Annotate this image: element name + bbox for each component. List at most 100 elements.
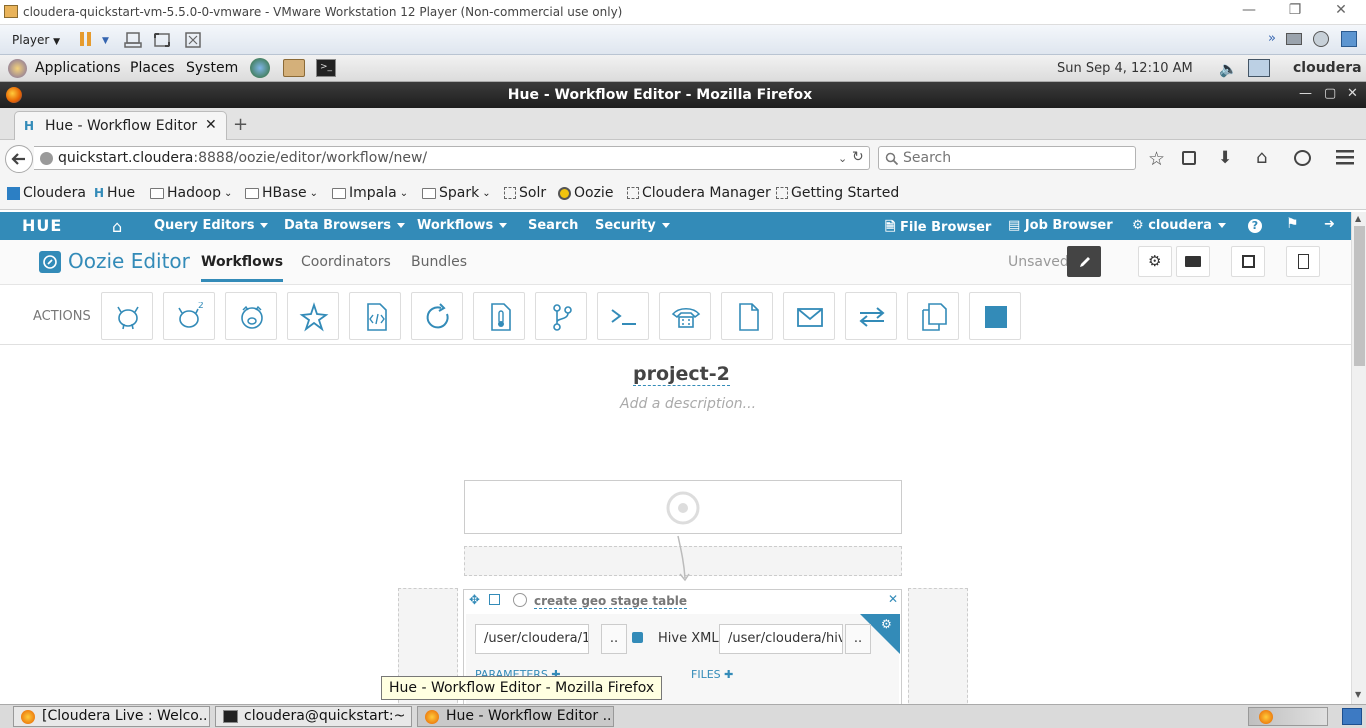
settings-button[interactable]: ⚙ xyxy=(1138,246,1172,277)
menu-query-editors[interactable]: Query Editors xyxy=(154,218,269,233)
tab-bundles[interactable]: Bundles xyxy=(411,254,467,270)
action-distcp[interactable] xyxy=(907,292,959,340)
start-node[interactable] xyxy=(464,480,902,534)
action-streaming[interactable] xyxy=(845,292,897,340)
chat-icon[interactable] xyxy=(1294,150,1311,166)
back-button[interactable] xyxy=(5,145,33,173)
script-browse-button[interactable]: .. xyxy=(601,624,627,654)
save-button[interactable] xyxy=(1231,246,1265,277)
action-hive2[interactable]: 2 xyxy=(163,292,215,340)
taskbar-item-hue-workflow-editor[interactable]: Hue - Workflow Editor ... xyxy=(417,706,614,727)
logout-icon[interactable]: ➜ xyxy=(1324,217,1335,232)
file-browser-link[interactable]: 🗎 File Browser xyxy=(885,218,991,240)
bookmark-folder-hbase[interactable]: HBase ⌄ xyxy=(245,185,318,201)
show-desktop-icon[interactable] xyxy=(1342,708,1362,725)
web-browser-launcher-icon[interactable] xyxy=(250,58,270,78)
script-path-field[interactable]: /user/cloudera/1-cr xyxy=(475,624,589,654)
ff-close-icon[interactable]: ✕ xyxy=(1347,86,1358,101)
fullscreen-icon[interactable] xyxy=(153,31,171,49)
action-spark[interactable] xyxy=(287,292,339,340)
action-generic[interactable] xyxy=(969,292,1021,340)
menu-workflows[interactable]: Workflows xyxy=(417,218,508,233)
edit-button[interactable] xyxy=(1067,246,1101,277)
bookmark-hue[interactable]: H Hue xyxy=(94,185,135,201)
tab-hue-workflow-editor[interactable]: H Hue - Workflow Editor ✕ xyxy=(14,111,227,141)
action-subworkflow[interactable] xyxy=(535,292,587,340)
pause-dropdown-icon[interactable]: ▼ xyxy=(102,36,109,46)
bookmark-solr[interactable]: Solr xyxy=(504,185,546,201)
gears-icon[interactable]: ⚙ xyxy=(881,617,892,631)
hive-xml-browse-button[interactable]: .. xyxy=(845,624,871,654)
downloads-icon[interactable]: ⬇ xyxy=(1218,148,1232,168)
workspace-switcher[interactable] xyxy=(1248,707,1328,726)
minimize-icon[interactable]: — xyxy=(1234,2,1264,18)
network-adapter-icon[interactable] xyxy=(1341,31,1357,47)
home-icon[interactable]: ⌂ xyxy=(1256,147,1267,168)
action-shell[interactable] xyxy=(597,292,649,340)
scrollbar-thumb[interactable] xyxy=(1354,226,1365,366)
files-add-link[interactable]: FILES ✚ xyxy=(691,668,733,681)
taskbar-item-cloudera-live[interactable]: [Cloudera Live : Welco... xyxy=(13,706,210,727)
scroll-down-icon[interactable]: ▼ xyxy=(1355,690,1361,699)
tab-coordinators[interactable]: Coordinators xyxy=(301,254,391,270)
scroll-up-icon[interactable]: ▲ xyxy=(1355,214,1361,223)
gnome-user-menu[interactable]: cloudera xyxy=(1293,60,1362,76)
action-email[interactable] xyxy=(783,292,835,340)
move-icon[interactable]: ✥ xyxy=(469,593,480,608)
bookmark-folder-hadoop[interactable]: Hadoop ⌄ xyxy=(150,185,232,201)
new-tab-icon[interactable]: + xyxy=(233,114,248,135)
workflow-name[interactable]: project-2 xyxy=(633,363,730,386)
action-pig[interactable] xyxy=(225,292,277,340)
page-scrollbar[interactable]: ▲ ▼ xyxy=(1351,212,1366,704)
bookmark-oozie[interactable]: Oozie xyxy=(558,185,613,201)
action-hive[interactable] xyxy=(101,292,153,340)
hive-xml-field[interactable]: /user/cloudera/hive xyxy=(719,624,843,654)
clock[interactable]: Sun Sep 4, 12:10 AM xyxy=(1057,61,1193,76)
open-button[interactable] xyxy=(1176,246,1210,277)
home-icon[interactable]: ⌂ xyxy=(112,217,122,236)
bookmark-star-icon[interactable]: ☆ xyxy=(1148,148,1165,170)
flag-icon[interactable]: ⚑ xyxy=(1286,216,1299,232)
bookmark-folder-spark[interactable]: Spark ⌄ xyxy=(422,185,491,201)
more-devices-icon[interactable]: » xyxy=(1268,31,1276,46)
right-drop-zone[interactable] xyxy=(908,588,968,708)
help-icon[interactable]: ? xyxy=(1248,219,1262,233)
menu-data-browsers[interactable]: Data Browsers xyxy=(284,218,406,233)
places-menu[interactable]: Places xyxy=(130,60,175,76)
bookmark-getting-started[interactable]: Getting Started xyxy=(776,185,899,201)
search-input[interactable] xyxy=(903,149,1123,167)
bookmarks-menu-icon[interactable] xyxy=(1182,151,1196,165)
close-icon[interactable]: ✕ xyxy=(1326,2,1356,18)
bookmark-cloudera[interactable]: Cloudera xyxy=(7,185,86,201)
terminal-launcher-icon[interactable]: >_ xyxy=(316,59,336,77)
action-node-title[interactable]: create geo stage table xyxy=(534,594,688,609)
hard-disk-icon[interactable] xyxy=(1286,33,1302,45)
bookmark-folder-impala[interactable]: Impala ⌄ xyxy=(332,185,408,201)
restore-icon[interactable]: ❐ xyxy=(1280,2,1310,18)
hamburger-menu-icon[interactable] xyxy=(1336,149,1354,165)
taskbar-item-terminal[interactable]: cloudera@quickstart:~ xyxy=(215,706,412,727)
user-menu[interactable]: ⚙ cloudera xyxy=(1132,218,1226,233)
url-bar[interactable]: quickstart.cloudera:8888/oozie/editor/wo… xyxy=(34,146,870,170)
reload-icon[interactable]: ↻ xyxy=(852,149,864,165)
ff-maximize-icon[interactable]: ▢ xyxy=(1324,86,1336,101)
url-history-dropdown-icon[interactable]: ⌄ xyxy=(838,152,847,165)
site-info-icon[interactable] xyxy=(40,152,53,165)
new-document-button[interactable] xyxy=(1286,246,1320,277)
copy-node-icon[interactable] xyxy=(489,594,500,605)
action-java[interactable] xyxy=(349,292,401,340)
pause-icon[interactable] xyxy=(79,31,93,47)
network-status-icon[interactable] xyxy=(1248,59,1270,77)
url-text[interactable]: quickstart.cloudera:8888/oozie/editor/wo… xyxy=(58,150,427,166)
ff-minimize-icon[interactable]: — xyxy=(1299,86,1312,101)
cd-drive-icon[interactable] xyxy=(1313,31,1329,47)
action-mapreduce[interactable] xyxy=(473,292,525,340)
mail-launcher-icon[interactable] xyxy=(283,59,305,77)
close-tab-icon[interactable]: ✕ xyxy=(205,117,217,133)
unity-icon[interactable] xyxy=(184,31,202,49)
action-hdfs-fs[interactable] xyxy=(721,292,773,340)
menu-security[interactable]: Security xyxy=(595,218,670,233)
remove-node-icon[interactable]: ✕ xyxy=(888,592,898,606)
external-link-icon[interactable] xyxy=(632,632,643,643)
applications-menu[interactable]: Applications xyxy=(35,60,121,76)
